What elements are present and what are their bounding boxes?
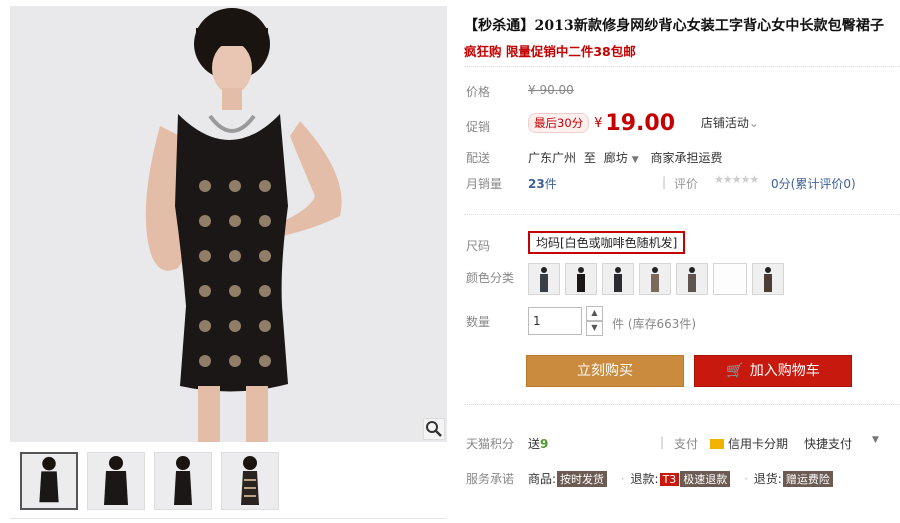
section-divider xyxy=(464,214,900,216)
thumbnail-1[interactable] xyxy=(20,452,78,510)
color-swatch-6[interactable] xyxy=(713,263,747,295)
service-refund: 退款: xyxy=(630,472,659,486)
sales-unit: 件 xyxy=(544,177,557,191)
color-swatch-5[interactable] xyxy=(676,263,708,295)
divider-bar-2: | xyxy=(660,435,665,449)
thumbnail-strip xyxy=(20,452,279,512)
divider-bar: | xyxy=(662,175,667,189)
credit-card-label: 信用卡分期 xyxy=(728,437,789,451)
shipping-label: 配送 xyxy=(466,151,491,165)
product-main-image[interactable] xyxy=(10,6,447,442)
rating-summary-link[interactable]: 0分(累计评价0) xyxy=(771,175,856,192)
dot-2: · xyxy=(744,472,748,486)
rating-label: 评价 xyxy=(674,177,699,191)
price-block: 价格 ¥ 90.00 促销 最后30分 ¥19.00 店铺活动⌄ 配送 广东广州 … xyxy=(464,66,900,202)
credit-card-installment[interactable]: 信用卡分期 xyxy=(710,435,788,452)
service-section: 天猫积分 送9 | 支付 信用卡分期 快捷支付 ▼ 服务承诺 商品: 按时发货 ·… xyxy=(464,404,900,523)
promo-subtitle: 疯狂购 限量促销中二件38包邮 xyxy=(464,44,636,59)
thumbnail-2[interactable] xyxy=(87,452,145,510)
original-price: ¥ 90.00 xyxy=(528,83,574,97)
service-refund-tag2[interactable]: 极速退款 xyxy=(680,471,731,487)
color-swatches xyxy=(528,263,784,295)
service-goods: 商品: xyxy=(528,472,557,486)
ship-to-select[interactable]: 廊坊 ▼ xyxy=(604,151,639,165)
quantity-unit: 件 xyxy=(612,317,625,331)
color-label: 颜色分类 xyxy=(466,271,515,285)
credit-card-icon xyxy=(710,439,724,449)
promo-price-row: 最后30分 ¥19.00 店铺活动⌄ xyxy=(528,111,759,136)
points-prefix: 送 xyxy=(528,437,541,451)
size-option-selected[interactable]: 均码[白色或咖啡色随机发] xyxy=(528,231,686,254)
color-swatch-4[interactable] xyxy=(639,263,671,295)
store-activity-label: 店铺活动 xyxy=(700,116,749,130)
quantity-input[interactable]: 1 xyxy=(528,307,582,335)
service-goods-tag[interactable]: 按时发货 xyxy=(557,471,608,487)
currency-symbol: ¥ xyxy=(594,116,603,131)
cart-icon: 🛒 xyxy=(726,363,744,379)
store-activity-dropdown[interactable]: 店铺活动⌄ xyxy=(701,116,759,130)
ship-to-word: 至 xyxy=(583,151,596,165)
color-swatch-1[interactable] xyxy=(528,263,560,295)
chevron-down-icon: ⌄ xyxy=(748,116,759,130)
add-to-cart-button[interactable]: 🛒 加入购物车 xyxy=(694,355,852,387)
caret-down-icon: ▼ xyxy=(631,155,639,165)
ship-to: 廊坊 xyxy=(603,151,628,165)
service-return: 退货: xyxy=(753,472,782,486)
ship-from: 广东广州 xyxy=(528,151,577,165)
color-swatch-2[interactable] xyxy=(565,263,597,295)
zoom-icon[interactable] xyxy=(423,418,445,440)
color-swatch-7[interactable] xyxy=(752,263,784,295)
shipping-row: 广东广州 至 廊坊 ▼ 商家承担运费 xyxy=(528,149,722,166)
points-row: 送9 xyxy=(528,435,548,452)
points-label: 天猫积分 xyxy=(466,437,515,451)
buy-now-button[interactable]: 立刻购买 xyxy=(526,355,684,387)
quantity-stock-row: 件 (库存663件) xyxy=(612,315,696,332)
price-label: 价格 xyxy=(466,85,491,99)
product-title: 【秒杀通】2013新款修身网纱背心女装工字背心女中长款包臀裙子 xyxy=(464,18,885,34)
payment-label: 支付 xyxy=(674,437,699,451)
service-refund-tag1[interactable]: T3 xyxy=(659,473,680,486)
quick-pay[interactable]: 快捷支付 xyxy=(804,435,852,452)
color-swatch-3[interactable] xyxy=(602,263,634,295)
dot-1: · xyxy=(620,472,625,486)
service-row: 商品: 按时发货 · 退款: T3 极速退款 · 退货: 赠运费险 xyxy=(528,470,833,487)
increment-icon[interactable]: ▲ xyxy=(586,306,603,321)
gallery-divider xyxy=(10,518,447,519)
thumbnail-4[interactable] xyxy=(221,452,279,510)
sales-row: 23件 xyxy=(528,175,557,192)
size-label: 尺码 xyxy=(466,239,491,253)
thumbnail-3[interactable] xyxy=(154,452,212,510)
stock-count: (库存663件) xyxy=(627,317,697,331)
caret-down-icon-2[interactable]: ▼ xyxy=(872,435,879,445)
ship-fee: 商家承担运费 xyxy=(650,151,723,165)
countdown-badge: 最后30分 xyxy=(528,113,590,133)
decrement-icon[interactable]: ▼ xyxy=(586,321,603,336)
sales-count: 23 xyxy=(528,177,545,191)
promo-price: 19.00 xyxy=(605,111,676,136)
sales-label: 月销量 xyxy=(466,177,503,191)
add-to-cart-label: 加入购物车 xyxy=(749,363,820,379)
model-photo xyxy=(10,6,447,442)
points-value: 9 xyxy=(540,437,549,451)
quantity-label: 数量 xyxy=(466,315,491,329)
service-label: 服务承诺 xyxy=(466,472,515,486)
promo-label: 促销 xyxy=(466,120,491,134)
rating-stars-icon: ★★★★★ xyxy=(714,173,759,186)
service-return-tag[interactable]: 赠运费险 xyxy=(782,471,833,487)
